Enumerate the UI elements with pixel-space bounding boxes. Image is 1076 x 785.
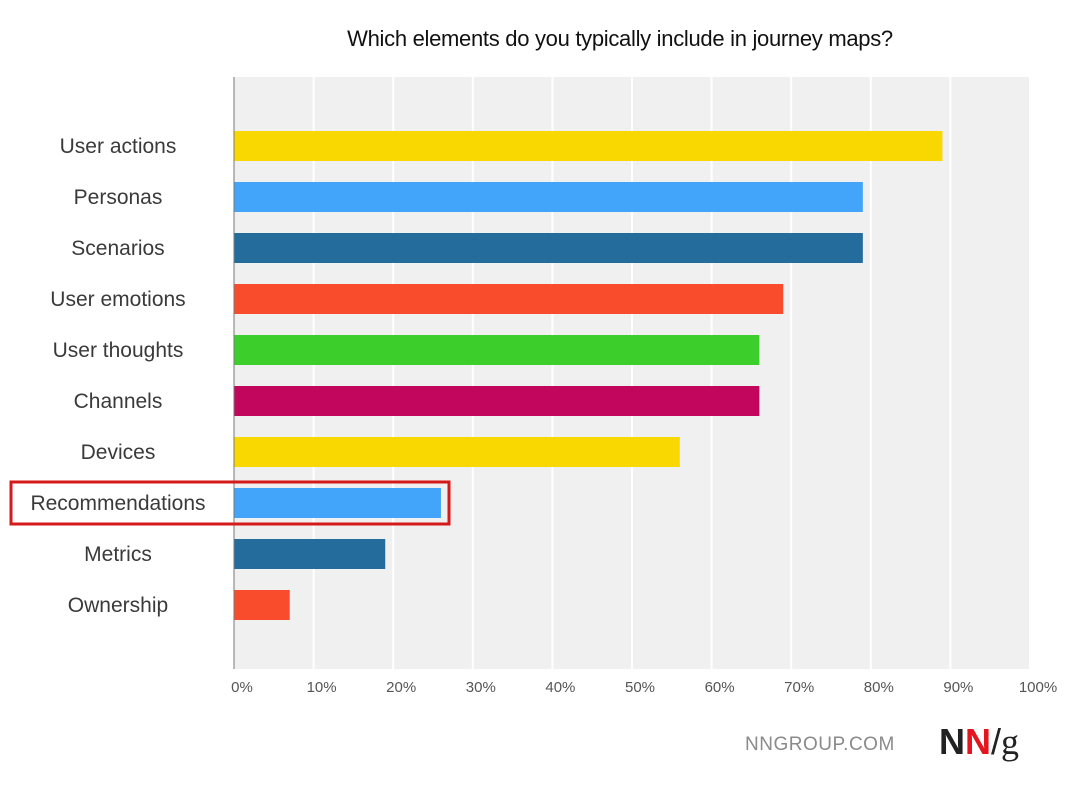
logo-g: g	[1001, 722, 1020, 762]
bar-user-thoughts	[234, 335, 760, 365]
x-tick-label: 90%	[943, 679, 973, 696]
category-label: Scenarios	[71, 237, 164, 260]
bar-metrics	[234, 539, 386, 569]
x-tick-label: 40%	[545, 679, 575, 696]
category-labels: User actions Personas Scenarios User emotio…	[30, 135, 205, 617]
nng-logo[interactable]: NN/g	[939, 721, 1020, 763]
x-tick-label: 60%	[705, 679, 735, 696]
bar-recommendations	[234, 488, 441, 518]
bar-devices	[234, 437, 680, 467]
category-label: Devices	[81, 441, 156, 464]
x-tick-label: 20%	[386, 679, 416, 696]
bar-ownership	[234, 590, 290, 620]
logo-n1: N	[939, 721, 965, 762]
category-label: Recommendations	[30, 492, 205, 515]
x-tick-labels: 0% 10% 20% 30% 40% 50% 60% 70% 80% 90% 100%	[231, 679, 1057, 696]
footer-site-url[interactable]: NNGROUP.COM	[745, 734, 895, 756]
x-tick-label: 80%	[864, 679, 894, 696]
category-label: Metrics	[84, 543, 152, 566]
x-tick-label: 50%	[625, 679, 655, 696]
x-tick-label: 30%	[466, 679, 496, 696]
x-tick-label: 70%	[784, 679, 814, 696]
category-label: Ownership	[68, 594, 168, 617]
category-label: Channels	[74, 390, 163, 413]
category-label: User actions	[60, 135, 177, 158]
logo-n2: N	[965, 721, 991, 762]
bar-scenarios	[234, 233, 863, 263]
bar-chart: User actions Personas Scenarios User emotio…	[9, 77, 1057, 696]
logo-slash: /	[991, 721, 1002, 762]
bar-channels	[234, 386, 760, 416]
category-label: User emotions	[50, 288, 185, 311]
category-label: User thoughts	[53, 339, 184, 362]
bar-user-emotions	[234, 284, 784, 314]
x-tick-label: 100%	[1019, 679, 1057, 696]
bar-personas	[234, 182, 863, 212]
bar-user-actions	[234, 131, 943, 161]
category-label: Personas	[74, 186, 163, 209]
x-tick-label: 10%	[307, 679, 337, 696]
x-tick-label: 0%	[231, 679, 253, 696]
